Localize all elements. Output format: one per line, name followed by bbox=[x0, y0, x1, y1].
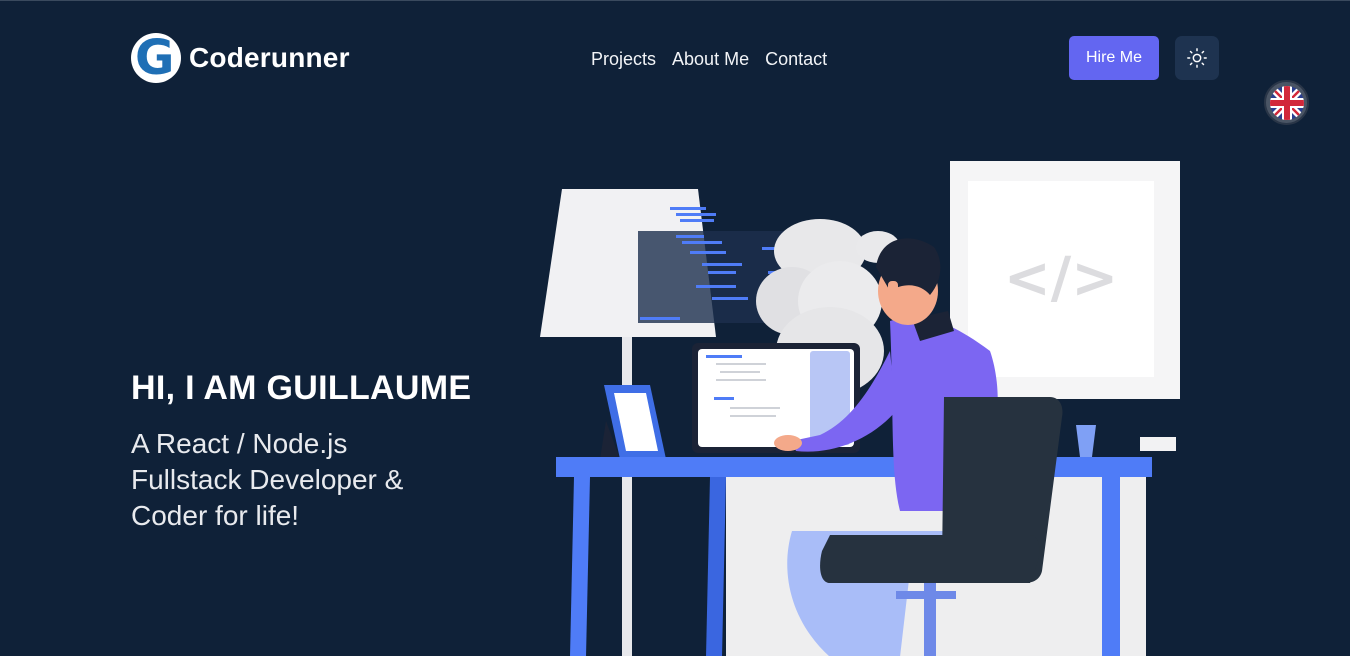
main-nav: Projects About Me Contact bbox=[591, 49, 827, 70]
nav-link-about-me[interactable]: About Me bbox=[672, 49, 749, 70]
language-switch-button[interactable] bbox=[1264, 80, 1309, 125]
hero-section: HI, I AM GUILLAUME A React / Node.js Ful… bbox=[131, 369, 511, 534]
nav-link-projects[interactable]: Projects bbox=[591, 49, 656, 70]
site-header: G Coderunner Projects About Me Contact H… bbox=[0, 1, 1350, 125]
logo-icon: G bbox=[131, 33, 181, 83]
hero-subtitle: A React / Node.js Fullstack Developer & … bbox=[131, 428, 404, 531]
nav-link-contact[interactable]: Contact bbox=[765, 49, 827, 70]
brand-name: Coderunner bbox=[189, 42, 350, 73]
developer-illustration: </> bbox=[540, 161, 1180, 656]
theme-toggle-button[interactable] bbox=[1175, 36, 1219, 80]
sun-icon bbox=[1187, 48, 1207, 68]
uk-flag-icon bbox=[1269, 85, 1304, 120]
logo-letter: G bbox=[135, 33, 175, 83]
logo-link[interactable]: G Coderunner bbox=[131, 33, 350, 83]
hero-title: HI, I AM GUILLAUME bbox=[131, 369, 472, 407]
photo-frame-icon bbox=[600, 385, 666, 459]
monitor-code-text: </> bbox=[1004, 246, 1118, 311]
hire-me-button[interactable]: Hire Me bbox=[1069, 36, 1159, 80]
